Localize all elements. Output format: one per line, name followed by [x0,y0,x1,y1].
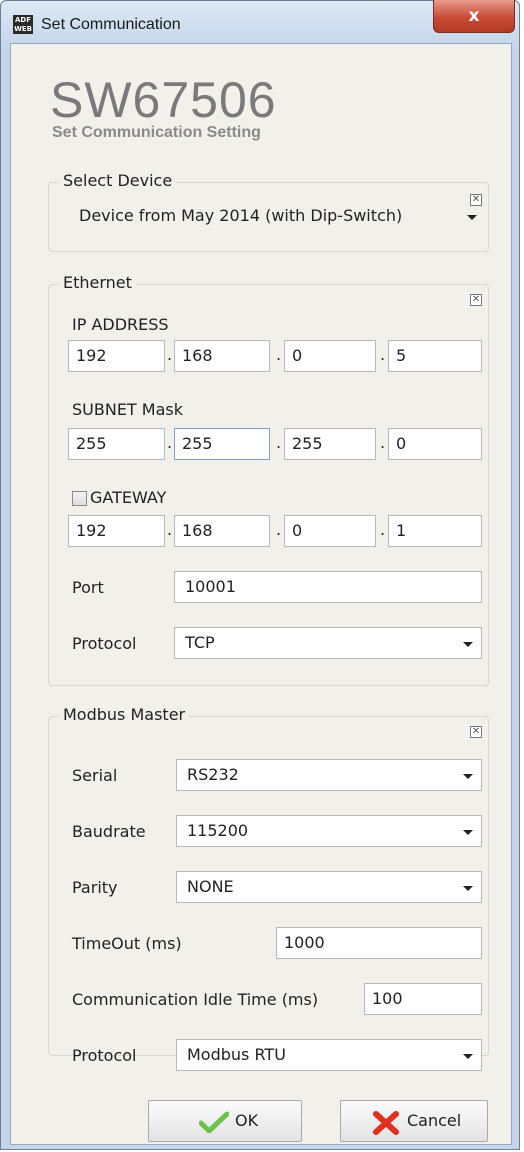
close-button[interactable]: x [433,0,515,33]
modbus-protocol-value: Modbus RTU [187,1045,286,1064]
idle-time-input[interactable]: 100 [364,983,482,1015]
adfweb-logo-icon: ADF WEB [13,15,33,34]
gateway-dot: . [276,520,282,539]
port-input[interactable]: 10001 [174,571,482,603]
ip-octet-3[interactable]: 0 [284,340,376,372]
subnet-octet-4[interactable]: 0 [388,428,482,460]
parity-select[interactable]: NONE [176,871,482,903]
page-subtitle: Set Communication Setting [52,124,261,141]
subnet-octet-3[interactable]: 255 [284,428,376,460]
subnet-octet-1[interactable]: 255 [68,428,165,460]
ip-octet-4[interactable]: 5 [388,340,482,372]
gateway-octet-1[interactable]: 192 [68,515,165,547]
cancel-button-label: Cancel [407,1111,462,1130]
cancel-button[interactable]: Cancel [340,1100,488,1142]
close-icon: x [468,6,480,26]
ethernet-legend: Ethernet [59,273,136,292]
ok-button[interactable]: OK [148,1100,302,1142]
idle-time-label: Communication Idle Time (ms) [72,990,319,1009]
subnet-dot: . [380,433,386,452]
gateway-octet-2[interactable]: 168 [174,515,270,547]
modbus-protocol-label: Protocol [72,1046,137,1065]
gateway-octet-4[interactable]: 1 [388,515,482,547]
gateway-label: GATEWAY [90,488,167,507]
gateway-octet-3[interactable]: 0 [284,515,376,547]
select-device-legend: Select Device [59,171,177,190]
subnet-mask-label: SUBNET Mask [72,400,183,419]
gateway-dot: . [380,520,386,539]
modbus-master-legend: Modbus Master [59,705,190,724]
collapse-box-icon[interactable]: ✕ [470,294,482,306]
subnet-octet-2[interactable]: 255 [174,428,270,460]
chevron-down-icon [463,1054,473,1059]
serial-value: RS232 [187,765,239,784]
ip-octet-2[interactable]: 168 [174,340,270,372]
chevron-down-icon [463,830,473,835]
ip-dot: . [167,345,173,364]
parity-label: Parity [72,878,118,897]
subnet-dot: . [276,433,282,452]
ok-button-label: OK [235,1111,259,1130]
gateway-dot: . [167,520,173,539]
serial-label: Serial [72,766,118,785]
serial-select[interactable]: RS232 [176,759,482,791]
collapse-box-icon[interactable]: ✕ [470,726,482,738]
ethernet-protocol-label: Protocol [72,634,137,653]
ethernet-protocol-select[interactable]: TCP [174,627,482,659]
x-mark-icon [373,1111,399,1135]
baudrate-select[interactable]: 115200 [176,815,482,847]
checkmark-icon [199,1111,229,1133]
baudrate-label: Baudrate [72,822,146,841]
baudrate-value: 115200 [187,821,249,840]
timeout-label: TimeOut (ms) [72,934,182,953]
port-label: Port [72,578,104,597]
product-name: SW67506 [50,72,277,128]
ethernet-protocol-value: TCP [185,633,215,652]
timeout-input[interactable]: 1000 [276,927,482,959]
title-bar[interactable]: ADF WEB Set Communication x [1,0,519,43]
chevron-down-icon [467,215,477,220]
window-title: Set Communication [41,16,181,33]
subnet-dot: . [167,433,173,452]
chevron-down-icon [463,774,473,779]
parity-value: NONE [187,877,234,896]
ip-dot: . [276,345,282,364]
ip-octet-1[interactable]: 192 [68,340,165,372]
ip-dot: . [380,345,386,364]
modbus-protocol-select[interactable]: Modbus RTU [176,1039,482,1071]
chevron-down-icon [463,886,473,891]
ip-address-label: IP ADDRESS [72,315,169,334]
device-select[interactable]: Device from May 2014 (with Dip-Switch) [68,200,486,232]
device-select-value: Device from May 2014 (with Dip-Switch) [79,206,403,225]
chevron-down-icon [463,642,473,647]
gateway-checkbox[interactable] [72,491,87,506]
